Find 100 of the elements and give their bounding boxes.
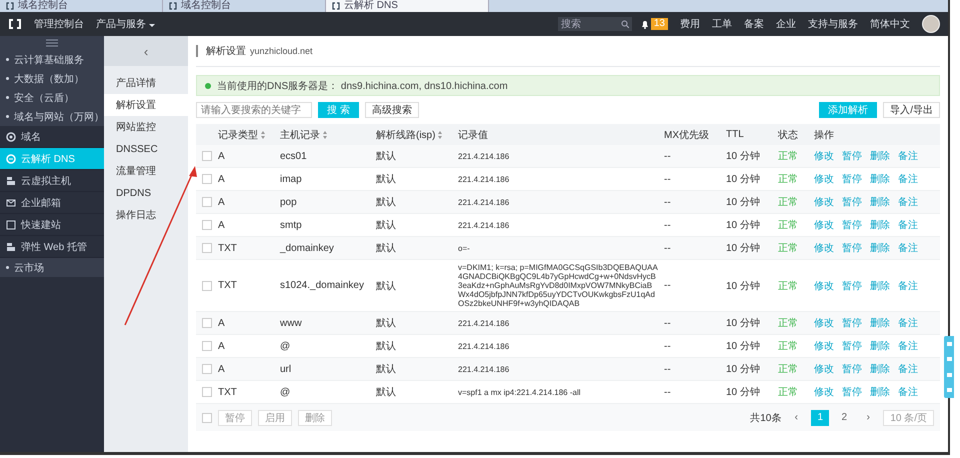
checkbox[interactable] [202, 318, 212, 328]
sort-icon[interactable] [438, 130, 442, 138]
column-header[interactable]: 记录值 [458, 128, 488, 142]
checkbox[interactable] [202, 174, 212, 184]
column-header[interactable]: 记录类型 [218, 128, 258, 142]
checkbox[interactable] [202, 341, 212, 351]
bulk-action-button[interactable]: 暂停 [218, 410, 252, 426]
checkbox[interactable] [202, 220, 212, 230]
bell-icon[interactable] [640, 20, 649, 28]
checkbox[interactable] [202, 364, 212, 374]
action-link[interactable]: 删除 [870, 385, 890, 399]
action-link[interactable]: 备注 [898, 278, 918, 292]
avatar[interactable] [922, 15, 940, 33]
side-toolbar[interactable] [944, 336, 954, 398]
sidebar-group[interactable]: 云市场 [0, 258, 104, 277]
nav-link[interactable]: 备案 [744, 17, 764, 31]
sidebar-item[interactable]: 云解析 DNS [0, 148, 104, 170]
action-link[interactable]: 备注 [898, 385, 918, 399]
sort-icon[interactable] [261, 130, 265, 138]
bulk-action-button[interactable]: 启用 [258, 410, 292, 426]
checkbox[interactable] [202, 387, 212, 397]
action-link[interactable]: 暂停 [842, 278, 862, 292]
action-link[interactable]: 暂停 [842, 316, 862, 330]
subnav-item[interactable]: 解析设置 [104, 94, 188, 116]
action-link[interactable]: 修改 [814, 172, 834, 186]
menu-icon[interactable] [46, 39, 58, 47]
sidebar-group[interactable]: 域名与网站（万网） [0, 107, 104, 126]
console-link[interactable]: 管理控制台 [34, 17, 84, 31]
nav-link[interactable]: 支持与服务 [808, 17, 858, 31]
action-link[interactable]: 删除 [870, 241, 890, 255]
action-link[interactable]: 修改 [814, 339, 834, 353]
sidebar-group[interactable]: 安全（云盾） [0, 88, 104, 107]
column-header[interactable]: 操作 [814, 128, 834, 142]
sidebar-group[interactable]: 大数据（数加） [0, 69, 104, 88]
action-link[interactable]: 备注 [898, 195, 918, 209]
action-link[interactable]: 暂停 [842, 362, 862, 376]
nav-link[interactable]: 工单 [712, 17, 732, 31]
checkbox[interactable] [202, 280, 212, 290]
column-header[interactable]: MX优先级 [664, 128, 709, 142]
column-header[interactable]: 状态 [778, 128, 798, 142]
action-link[interactable]: 删除 [870, 172, 890, 186]
action-link[interactable]: 备注 [898, 362, 918, 376]
action-link[interactable]: 修改 [814, 218, 834, 232]
action-link[interactable]: 暂停 [842, 149, 862, 163]
checkbox[interactable] [202, 412, 212, 422]
bulk-action-button[interactable]: 删除 [298, 410, 332, 426]
browser-tab[interactable]: 云解析 DNS [326, 0, 489, 12]
page-size-select[interactable]: 10 条/页 [883, 410, 934, 426]
action-link[interactable]: 备注 [898, 172, 918, 186]
back-button[interactable]: ‹ [104, 36, 188, 66]
products-menu[interactable]: 产品与服务 [96, 17, 155, 31]
subnav-item[interactable]: DNSSEC [104, 138, 188, 160]
action-link[interactable]: 删除 [870, 195, 890, 209]
page-button[interactable]: 1 [811, 410, 830, 426]
action-link[interactable]: 备注 [898, 241, 918, 255]
action-link[interactable]: 修改 [814, 385, 834, 399]
checkbox[interactable] [202, 151, 212, 161]
action-link[interactable]: 备注 [898, 149, 918, 163]
action-link[interactable]: 备注 [898, 218, 918, 232]
logo-icon[interactable] [8, 18, 22, 30]
action-link[interactable]: 删除 [870, 218, 890, 232]
action-link[interactable]: 修改 [814, 195, 834, 209]
action-link[interactable]: 删除 [870, 339, 890, 353]
action-link[interactable]: 备注 [898, 339, 918, 353]
sort-icon[interactable] [323, 130, 327, 138]
action-link[interactable]: 删除 [870, 316, 890, 330]
subnav-item[interactable]: 流量管理 [104, 160, 188, 182]
search-field[interactable]: 请输入要搜索的关键字 [196, 102, 312, 118]
subnav-item[interactable]: 操作日志 [104, 204, 188, 226]
action-link[interactable]: 暂停 [842, 241, 862, 255]
column-header[interactable]: 解析线路(isp) [376, 128, 436, 142]
action-link[interactable]: 修改 [814, 149, 834, 163]
action-link[interactable]: 修改 [814, 362, 834, 376]
search-button[interactable]: 搜 索 [318, 102, 359, 118]
checkbox[interactable] [202, 197, 212, 207]
column-header[interactable]: TTL [726, 129, 744, 140]
subnav-item[interactable]: DPDNS [104, 182, 188, 204]
action-link[interactable]: 暂停 [842, 339, 862, 353]
action-link[interactable]: 暂停 [842, 195, 862, 209]
sidebar-group[interactable]: 云计算基础服务 [0, 50, 104, 69]
subnav-item[interactable]: 网站监控 [104, 116, 188, 138]
search-field[interactable]: 搜索 [558, 17, 632, 31]
action-link[interactable]: 备注 [898, 316, 918, 330]
action-link[interactable]: 修改 [814, 316, 834, 330]
add-record-button[interactable]: 添加解析 [819, 102, 878, 118]
column-header[interactable]: 主机记录 [280, 128, 320, 142]
import-export-button[interactable]: 导入/导出 [883, 102, 940, 118]
nav-link[interactable]: 企业 [776, 17, 796, 31]
prev-page-button[interactable]: ‹ [787, 410, 806, 426]
nav-link[interactable]: 简体中文 [870, 17, 910, 31]
action-link[interactable]: 修改 [814, 241, 834, 255]
advanced-search-button[interactable]: 高级搜索 [364, 102, 419, 118]
next-page-button[interactable]: › [859, 410, 878, 426]
nav-link[interactable]: 费用 [680, 17, 700, 31]
action-link[interactable]: 删除 [870, 362, 890, 376]
page-button[interactable]: 2 [835, 410, 854, 426]
action-link[interactable]: 暂停 [842, 385, 862, 399]
action-link[interactable]: 删除 [870, 278, 890, 292]
action-link[interactable]: 暂停 [842, 218, 862, 232]
checkbox[interactable] [202, 243, 212, 253]
